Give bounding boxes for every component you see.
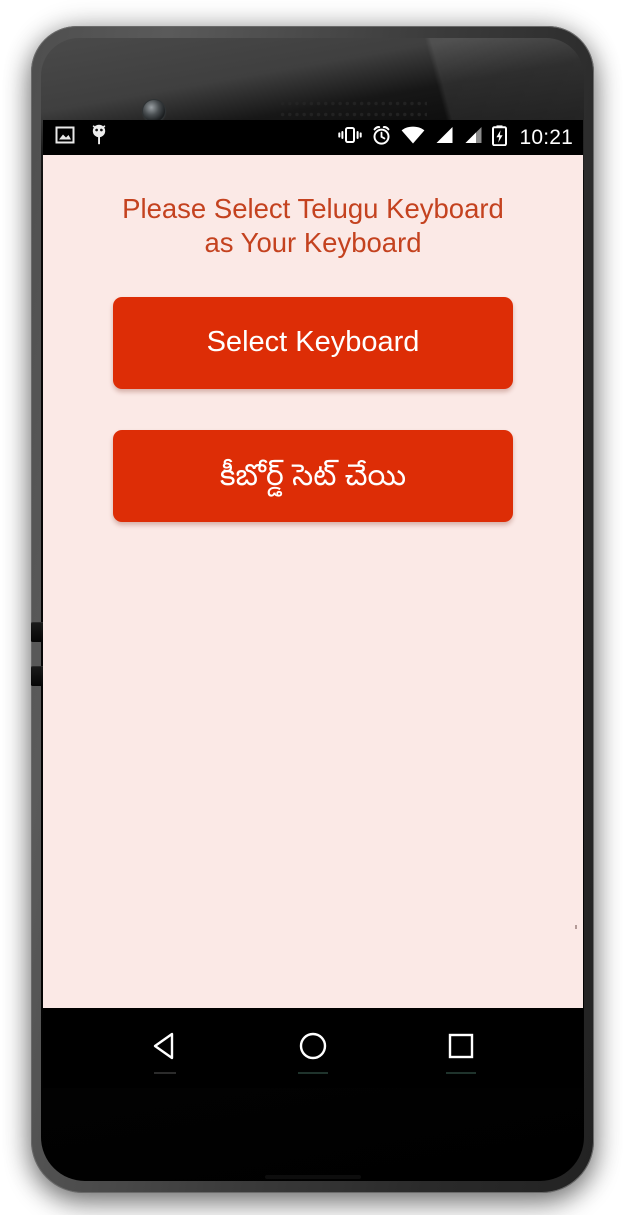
triangle-left-icon [149, 1031, 181, 1066]
vibrate-icon [338, 125, 363, 150]
android-debug-icon [89, 124, 109, 151]
bottom-speaker-slit [264, 1175, 361, 1179]
set-keyboard-telugu-button-label: కీబోర్డ్ సెట్ చేయి [219, 459, 407, 492]
set-keyboard-telugu-button[interactable]: కీబోర్డ్ సెట్ చేయి [113, 429, 513, 522]
home-button[interactable] [281, 1016, 345, 1080]
back-button[interactable] [133, 1016, 197, 1080]
page-title-line-1: Please Select Telugu Keyboard [122, 193, 504, 224]
earpiece-speaker-icon [279, 96, 427, 118]
button-stack: Select Keyboard కీబోర్డ్ సెట్ చేయి [43, 296, 583, 522]
recents-button[interactable] [429, 1016, 493, 1080]
front-camera-icon [143, 100, 165, 122]
status-bar-right-icons: 10:21 [338, 124, 573, 151]
signal-sim1-icon [434, 126, 454, 149]
page-title: Please Select Telugu Keyboard as Your Ke… [98, 192, 528, 261]
circle-icon [297, 1030, 329, 1067]
select-keyboard-button-label: Select Keyboard [206, 326, 420, 359]
screen-artifact [575, 925, 577, 929]
status-bar-left-icons [55, 124, 109, 151]
status-bar-clock: 10:21 [519, 126, 573, 149]
recents-button-indicator [446, 1072, 476, 1074]
select-keyboard-button[interactable]: Select Keyboard [113, 296, 513, 389]
back-button-indicator [154, 1072, 176, 1074]
page-title-line-2: as Your Keyboard [204, 227, 422, 259]
app-content: Please Select Telugu Keyboard as Your Ke… [43, 155, 583, 1008]
phone-screen: 10:21 Please Select Telugu Keyboard as Y… [43, 120, 583, 1088]
status-bar: 10:21 [43, 120, 583, 155]
screenshot-image-icon [55, 126, 75, 149]
home-button-indicator [298, 1072, 328, 1074]
wifi-icon [401, 126, 425, 150]
alarm-icon [371, 125, 392, 151]
battery-charging-icon [492, 124, 508, 151]
phone-mockup: 10:21 Please Select Telugu Keyboard as Y… [0, 0, 625, 1215]
navigation-bar [43, 1008, 583, 1088]
signal-sim2-icon [463, 126, 483, 149]
square-icon [446, 1031, 476, 1066]
